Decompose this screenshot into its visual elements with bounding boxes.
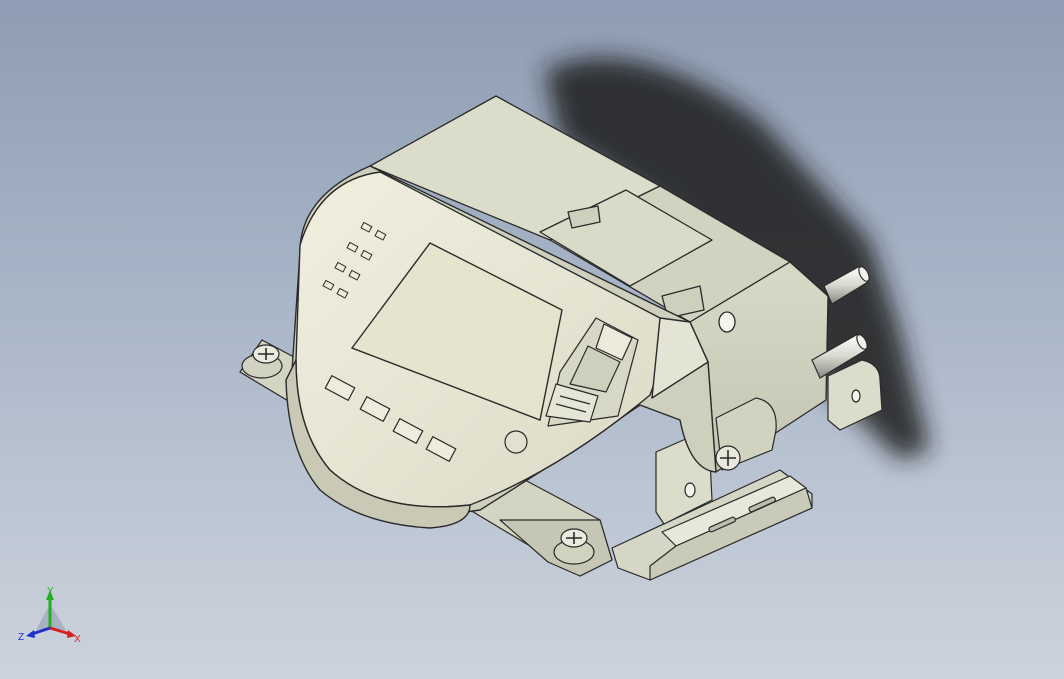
x-axis-label: X <box>74 634 81 645</box>
cad-viewport[interactable]: Y X Z <box>0 0 1064 679</box>
screw-left <box>241 344 283 379</box>
axis-triad: Y X Z <box>18 586 81 645</box>
round-button[interactable] <box>504 430 528 454</box>
din-rail <box>611 469 813 581</box>
y-axis-label: Y <box>47 586 54 597</box>
z-axis-label: Z <box>18 632 24 643</box>
3d-model-render[interactable] <box>0 0 1064 679</box>
